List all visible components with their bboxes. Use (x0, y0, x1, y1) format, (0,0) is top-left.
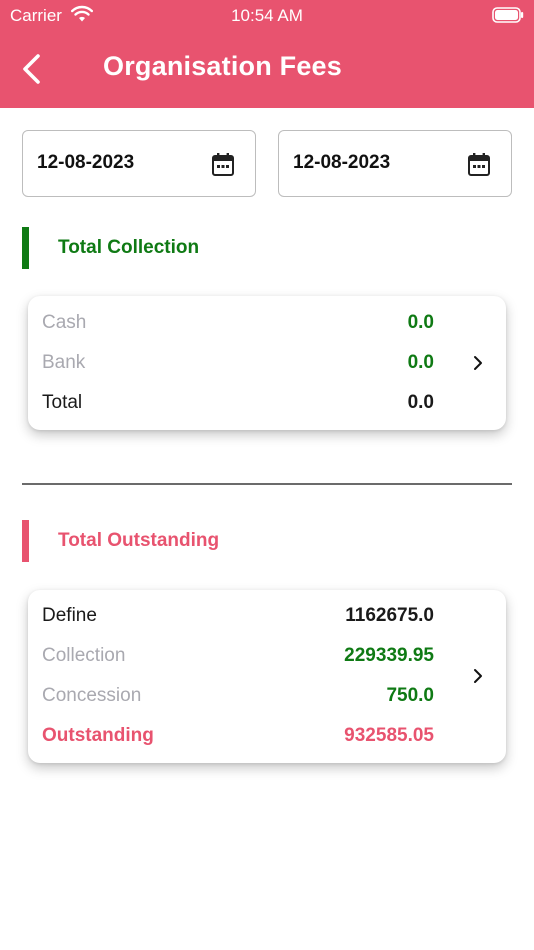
battery-icon (492, 7, 524, 23)
row-label: Cash (42, 312, 87, 333)
list-item: Define 1162675.0 (42, 601, 434, 631)
chevron-right-icon[interactable] (472, 668, 484, 684)
row-value: 1162675.0 (345, 605, 434, 626)
list-item: Outstanding 932585.05 (42, 721, 434, 751)
list-item: Total 0.0 (42, 388, 434, 418)
total-collection-card[interactable]: Cash 0.0 Bank 0.0 Total 0.0 (28, 296, 506, 430)
row-value: 229339.95 (344, 645, 434, 666)
list-item: Concession 750.0 (42, 681, 434, 711)
row-value: 0.0 (407, 312, 434, 333)
total-outstanding-heading: Total Outstanding (22, 520, 512, 562)
total-collection-heading: Total Collection (22, 227, 512, 269)
to-date-field[interactable]: 12-08-2023 (278, 130, 512, 197)
chevron-left-icon[interactable] (18, 52, 48, 86)
row-value: 750.0 (386, 685, 434, 706)
calendar-icon[interactable] (211, 152, 235, 177)
status-time: 10:54 AM (231, 6, 303, 25)
from-date-value: 12-08-2023 (37, 152, 135, 173)
row-value: 0.0 (407, 392, 434, 413)
row-label: Outstanding (42, 725, 154, 746)
list-item: Bank 0.0 (42, 348, 434, 378)
row-value: 0.0 (407, 352, 434, 373)
section-accent-bar (22, 227, 29, 269)
total-outstanding-card[interactable]: Define 1162675.0 Collection 229339.95 Co… (28, 590, 506, 763)
row-label: Collection (42, 645, 126, 666)
to-date-value: 12-08-2023 (293, 152, 391, 173)
section-title: Total Outstanding (58, 530, 220, 551)
row-label: Define (42, 605, 97, 626)
row-label: Total (42, 392, 83, 413)
section-title: Total Collection (58, 237, 200, 258)
list-item: Cash 0.0 (42, 308, 434, 338)
app-header: Carrier 10:54 AM Organisation Fees (0, 0, 534, 108)
calendar-icon[interactable] (467, 152, 491, 177)
status-bar: Carrier 10:54 AM (0, 0, 534, 30)
chevron-right-icon[interactable] (472, 355, 484, 371)
row-value: 932585.05 (344, 725, 434, 746)
section-accent-bar (22, 520, 29, 562)
section-divider (22, 483, 512, 485)
page-title: Organisation Fees (103, 51, 342, 81)
row-label: Concession (42, 685, 142, 706)
list-item: Collection 229339.95 (42, 641, 434, 671)
row-label: Bank (42, 352, 86, 373)
from-date-field[interactable]: 12-08-2023 (22, 130, 256, 197)
